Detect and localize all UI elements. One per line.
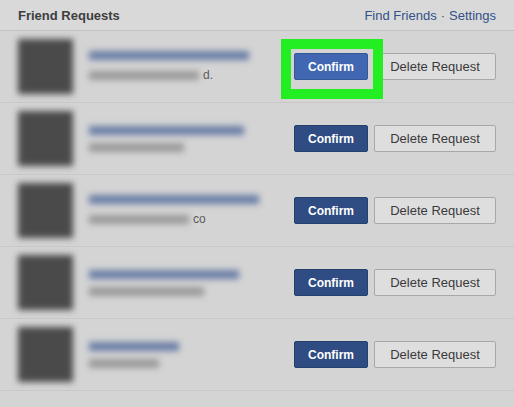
confirm-wrap: Confirm xyxy=(294,341,368,368)
name-line xyxy=(89,342,294,351)
blurred-detail xyxy=(89,143,184,152)
blurred-detail xyxy=(89,287,204,296)
highlight-box xyxy=(281,39,383,99)
link-separator: · xyxy=(441,8,445,23)
header-link[interactable]: Settings xyxy=(449,8,496,23)
name-line xyxy=(89,270,294,279)
delete-request-button[interactable]: Delete Request xyxy=(374,125,496,152)
blurred-detail xyxy=(89,359,159,368)
request-row: ConfirmDelete Request xyxy=(0,319,514,391)
delete-request-button[interactable]: Delete Request xyxy=(374,269,496,296)
confirm-button[interactable]: Confirm xyxy=(294,341,368,368)
detail-line: co xyxy=(89,212,294,226)
delete-request-button[interactable]: Delete Request xyxy=(374,197,496,224)
request-actions: ConfirmDelete Request xyxy=(294,269,496,296)
blurred-name[interactable] xyxy=(89,342,179,351)
request-info xyxy=(73,270,294,296)
blurred-name[interactable] xyxy=(89,51,249,60)
name-tail: d. xyxy=(203,68,213,82)
avatar[interactable] xyxy=(18,183,73,238)
delete-request-button[interactable]: Delete Request xyxy=(374,53,496,80)
confirm-wrap: Confirm xyxy=(294,197,368,224)
confirm-wrap: Confirm xyxy=(294,269,368,296)
request-actions: ConfirmDelete Request xyxy=(294,197,496,224)
header-links: Find Friends · Settings xyxy=(364,8,496,23)
avatar[interactable] xyxy=(18,255,73,310)
detail-line xyxy=(89,287,294,296)
name-tail: co xyxy=(193,212,206,226)
avatar[interactable] xyxy=(18,39,73,94)
request-actions: ConfirmDelete Request xyxy=(294,53,496,80)
panel-header: Friend Requests Find Friends · Settings xyxy=(0,0,514,31)
blurred-name[interactable] xyxy=(89,126,244,135)
name-line xyxy=(89,51,294,60)
avatar[interactable] xyxy=(18,327,73,382)
confirm-wrap: Confirm xyxy=(294,125,368,152)
confirm-wrap: Confirm xyxy=(294,53,368,80)
request-info xyxy=(73,342,294,368)
confirm-button[interactable]: Confirm xyxy=(294,125,368,152)
confirm-button[interactable]: Confirm xyxy=(294,197,368,224)
request-row: ConfirmDelete Request xyxy=(0,247,514,319)
detail-line xyxy=(89,359,294,368)
blurred-detail xyxy=(89,71,199,80)
request-actions: ConfirmDelete Request xyxy=(294,341,496,368)
panel-title: Friend Requests xyxy=(18,8,120,23)
name-line xyxy=(89,195,294,204)
request-row: d. ConfirmDelete Request xyxy=(0,31,514,103)
name-line xyxy=(89,126,294,135)
blurred-name[interactable] xyxy=(89,270,239,279)
header-link[interactable]: Find Friends xyxy=(364,8,436,23)
request-row: ConfirmDelete Request xyxy=(0,103,514,175)
request-info: d. xyxy=(73,51,294,82)
blurred-name[interactable] xyxy=(89,195,259,204)
detail-line xyxy=(89,143,294,152)
request-actions: ConfirmDelete Request xyxy=(294,125,496,152)
friend-requests-panel: Friend Requests Find Friends · Settings d. Co… xyxy=(0,0,514,407)
confirm-button[interactable]: Confirm xyxy=(294,53,368,80)
request-info xyxy=(73,126,294,152)
blurred-detail xyxy=(89,215,189,224)
avatar[interactable] xyxy=(18,111,73,166)
delete-request-button[interactable]: Delete Request xyxy=(374,341,496,368)
detail-line: d. xyxy=(89,68,294,82)
request-info: co xyxy=(73,195,294,226)
confirm-button[interactable]: Confirm xyxy=(294,269,368,296)
request-row: co ConfirmDelete Request xyxy=(0,175,514,247)
